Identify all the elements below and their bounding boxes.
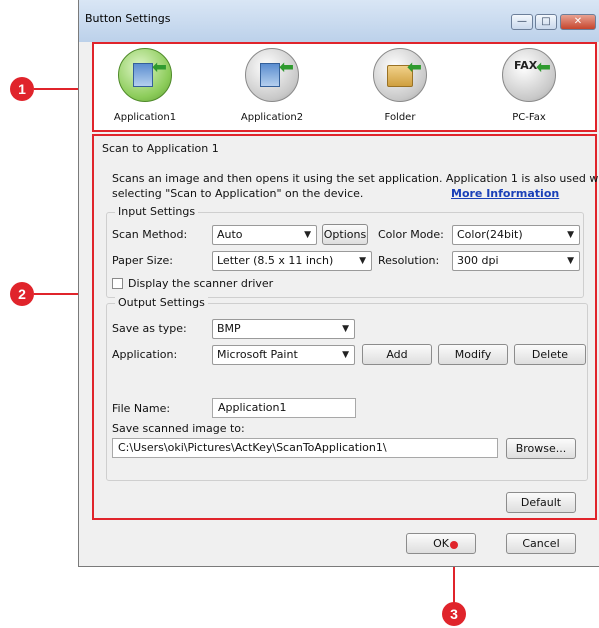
save-to-path-field[interactable]: C:\Users\oki\Pictures\ActKey\ScanToAppli… (112, 438, 498, 458)
cancel-button[interactable]: Cancel (506, 533, 576, 554)
scan-method-select[interactable]: Auto ▼ (212, 225, 317, 245)
description-line-1: Scans an image and then opens it using t… (112, 172, 599, 185)
folder-icon: ⬅ (373, 48, 427, 102)
document-glyph (133, 63, 153, 87)
arrow-icon: ⬅ (151, 57, 167, 78)
input-settings-title: Input Settings (115, 205, 199, 218)
delete-button[interactable]: Delete (514, 344, 586, 365)
application-label: Application: (112, 348, 178, 361)
app-tile-folder[interactable]: ⬅ Folder (355, 48, 445, 123)
app-label-pc-fax: PC-Fax (512, 112, 546, 123)
save-type-value: BMP (217, 322, 241, 335)
chevron-down-icon: ▼ (567, 256, 574, 266)
application-value: Microsoft Paint (217, 348, 298, 361)
options-button[interactable]: Options (322, 224, 368, 245)
modify-button[interactable]: Modify (438, 344, 508, 365)
chevron-down-icon: ▼ (342, 324, 349, 334)
app-selector-strip: ⬅ Application1 ⬅ Application2 ⬅ Folder F… (92, 42, 597, 132)
arrow-icon: ⬅ (278, 57, 294, 78)
application1-icon: ⬅ (118, 48, 172, 102)
browse-button[interactable]: Browse... (506, 438, 576, 459)
paper-size-select[interactable]: Letter (8.5 x 11 inch) ▼ (212, 251, 372, 271)
display-driver-checkbox[interactable] (112, 278, 123, 289)
resolution-label: Resolution: (378, 254, 440, 267)
window-title: Button Settings (85, 12, 171, 25)
paper-size-label: Paper Size: (112, 254, 173, 267)
fax-glyph: FAX (514, 59, 538, 72)
app-tile-application1[interactable]: ⬅ Application1 (100, 48, 190, 123)
settings-panel: Scan to Application 1 Scans an image and… (92, 134, 599, 520)
app-tile-application2[interactable]: ⬅ Application2 (227, 48, 317, 123)
app-label-folder: Folder (384, 112, 416, 123)
chevron-down-icon: ▼ (567, 230, 574, 240)
scan-method-label: Scan Method: (112, 228, 188, 241)
close-button[interactable]: ✕ (560, 14, 596, 30)
chevron-down-icon: ▼ (342, 350, 349, 360)
callout-badge-1: 1 (10, 77, 34, 101)
color-mode-select[interactable]: Color(24bit) ▼ (452, 225, 580, 245)
pc-fax-icon: FAX ⬅ (502, 48, 556, 102)
file-name-field[interactable]: Application1 (212, 398, 356, 418)
paper-size-value: Letter (8.5 x 11 inch) (217, 254, 334, 267)
save-to-label: Save scanned image to: (112, 422, 245, 435)
description-line-2: selecting "Scan to Application" on the d… (112, 187, 364, 200)
color-mode-label: Color Mode: (378, 228, 444, 241)
maximize-button[interactable]: □ (535, 14, 557, 30)
application2-icon: ⬅ (245, 48, 299, 102)
resolution-value: 300 dpi (457, 254, 499, 267)
panel-title: Scan to Application 1 (102, 142, 219, 155)
add-button[interactable]: Add (362, 344, 432, 365)
title-bar: Button Settings — □ ✕ (79, 0, 599, 42)
color-mode-value: Color(24bit) (457, 228, 523, 241)
chevron-down-icon: ▼ (359, 256, 366, 266)
callout-badge-3: 3 (442, 602, 466, 626)
app-label-application2: Application2 (240, 112, 304, 123)
arrow-icon: ⬅ (535, 57, 551, 78)
ok-button[interactable]: OK (406, 533, 476, 554)
display-driver-label: Display the scanner driver (128, 277, 274, 290)
save-type-select[interactable]: BMP ▼ (212, 319, 355, 339)
more-information-link[interactable]: More Information (451, 187, 559, 200)
resolution-select[interactable]: 300 dpi ▼ (452, 251, 580, 271)
app-tile-pc-fax[interactable]: FAX ⬅ PC-Fax (484, 48, 574, 123)
file-name-label: File Name: (112, 402, 171, 415)
default-button[interactable]: Default (506, 492, 576, 513)
document-glyph (260, 63, 280, 87)
arrow-icon: ⬅ (406, 57, 422, 78)
callout-badge-2: 2 (10, 282, 34, 306)
scan-method-value: Auto (217, 228, 243, 241)
callout-dot-3 (450, 541, 458, 549)
minimize-button[interactable]: — (511, 14, 533, 30)
chevron-down-icon: ▼ (304, 230, 311, 240)
app-label-application1: Application1 (113, 112, 177, 123)
save-type-label: Save as type: (112, 322, 187, 335)
output-settings-title: Output Settings (115, 296, 208, 309)
application-select[interactable]: Microsoft Paint ▼ (212, 345, 355, 365)
